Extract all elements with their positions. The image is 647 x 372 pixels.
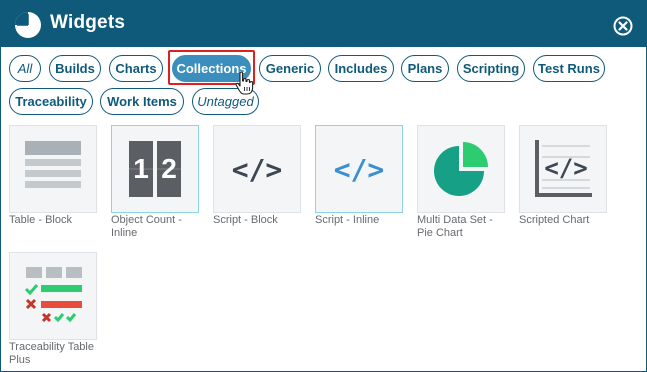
object-count-icon: 1 2 (129, 141, 181, 197)
svg-text:</>: </> (334, 153, 385, 186)
widget-label: Script - Block (213, 214, 278, 226)
pie-chart-icon (434, 142, 488, 196)
widget-script-block[interactable]: </> (213, 125, 301, 213)
filter-plans[interactable]: Plans (401, 55, 449, 82)
filter-traceability[interactable]: Traceability (9, 88, 93, 115)
filter-builds[interactable]: Builds (49, 55, 101, 82)
widget-object-count-inline[interactable]: 1 2 (111, 125, 199, 213)
widget-label: Traceability Table Plus (9, 341, 94, 366)
close-icon[interactable] (613, 16, 633, 36)
widget-label: Object Count - Inline (111, 214, 182, 239)
hand-pointer-icon (235, 71, 254, 95)
widget-scripted-chart[interactable]: </> (519, 125, 607, 213)
pie-logo-icon (15, 12, 41, 38)
widget-traceability-table-plus[interactable] (9, 252, 97, 340)
table-block-icon (25, 141, 81, 188)
filter-includes[interactable]: Includes (328, 55, 394, 82)
svg-text:</>: </> (544, 154, 587, 182)
widget-script-inline[interactable]: </> (315, 125, 403, 213)
dialog-title: Widgets (50, 12, 126, 33)
widget-label: Multi Data Set - Pie Chart (417, 214, 493, 239)
widget-table-block[interactable] (9, 125, 97, 213)
filter-all[interactable]: All (9, 55, 41, 82)
code-brackets-icon: </> (232, 153, 283, 186)
traceability-table-icon (24, 267, 82, 323)
filter-work-items[interactable]: Work Items (100, 88, 184, 115)
filter-scripting[interactable]: Scripting (457, 55, 525, 82)
svg-text:1: 1 (133, 153, 149, 184)
widgets-dialog: Widgets All Builds Charts Collections Ge… (0, 0, 647, 372)
widget-label: Scripted Chart (519, 214, 590, 226)
filter-test-runs[interactable]: Test Runs (533, 55, 605, 82)
widget-label: Script - Inline (315, 214, 380, 226)
code-brackets-blue-icon: </> (334, 153, 385, 186)
filter-charts[interactable]: Charts (109, 55, 163, 82)
scripted-chart-icon: </> (535, 140, 592, 197)
dialog-header: Widgets (1, 1, 646, 47)
svg-text:</>: </> (232, 153, 283, 186)
widget-label: Table - Block (9, 214, 72, 226)
filter-generic[interactable]: Generic (259, 55, 321, 82)
widget-multi-data-set-pie-chart[interactable] (417, 125, 505, 213)
svg-text:2: 2 (161, 153, 177, 184)
